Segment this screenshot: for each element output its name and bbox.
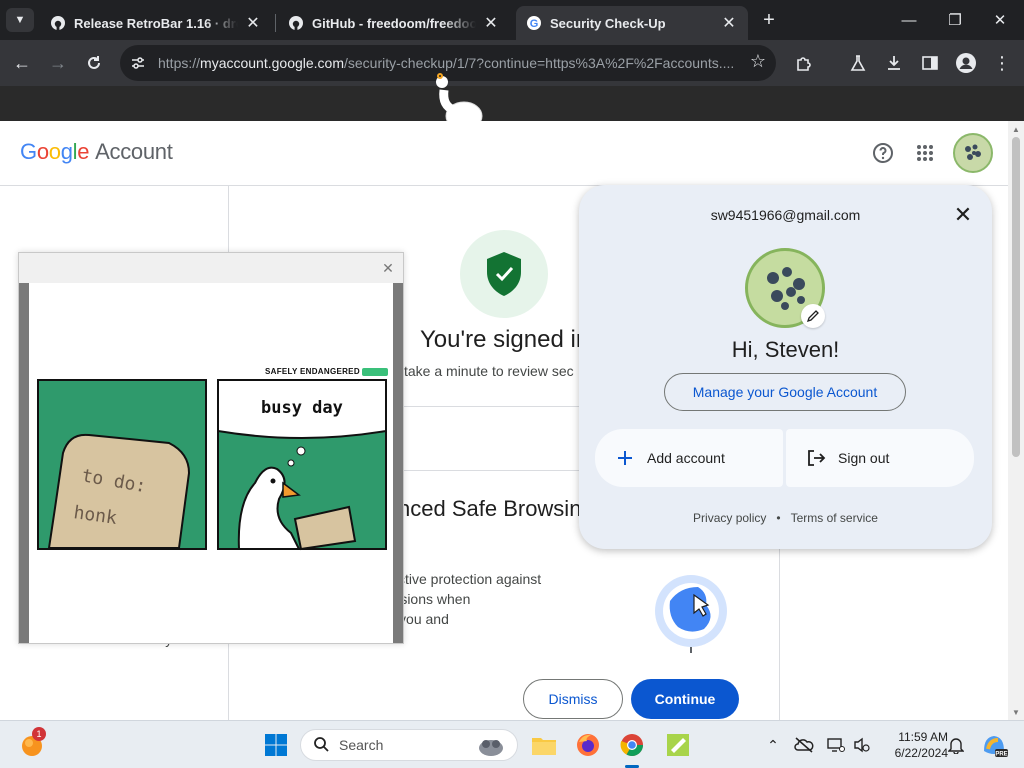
logout-icon (804, 446, 828, 470)
sign-out-label: Sign out (838, 450, 890, 466)
comic-busy-day-text: busy day (261, 398, 343, 418)
search-icon (313, 736, 331, 755)
popup-footer: Privacy policy • Terms of service (579, 511, 992, 525)
page-content: Google Account You're signed in take a mi… (0, 121, 1008, 720)
chrome-icon[interactable] (616, 729, 648, 761)
safe-browsing-globe-icon (655, 575, 727, 653)
goose-window-close-icon[interactable]: ✕ (379, 259, 397, 277)
continue-button[interactable]: Continue (631, 679, 739, 719)
copilot-icon[interactable]: PRE (978, 729, 1010, 761)
shield-check-icon (460, 230, 548, 318)
greeting: Hi, Steven! (731, 337, 840, 362)
scroll-up-arrow-icon[interactable]: ▲ (1012, 125, 1020, 134)
clock-date: 6/22/2024 (894, 746, 948, 760)
kebab-menu-icon[interactable]: ⋮ (988, 49, 1016, 77)
reload-icon (88, 56, 100, 69)
tab-close-icon[interactable]: ✕ (482, 14, 500, 32)
github-icon (288, 15, 304, 31)
system-clock[interactable]: 11:59 AM 6/22/2024 (878, 729, 948, 761)
notification-bell-icon[interactable] (946, 735, 966, 755)
back-button[interactable]: ← (8, 49, 36, 77)
tab-separator (275, 14, 276, 32)
terms-of-service-link[interactable]: Terms of service (791, 511, 878, 525)
goose-window-border (19, 283, 29, 643)
download-icon[interactable] (880, 49, 908, 77)
pre-badge-text: PRE (995, 752, 1007, 758)
search-highlight-icon (479, 740, 503, 756)
reload-button[interactable] (80, 49, 108, 77)
close-popup-icon[interactable]: ✕ (951, 202, 975, 227)
profile-icon[interactable] (952, 49, 980, 77)
goose-app-icon[interactable] (662, 729, 694, 761)
footer-separator: • (776, 511, 781, 525)
taskbar-search[interactable]: Search (300, 729, 518, 761)
dismiss-button[interactable]: Dismiss (523, 679, 623, 719)
forward-button[interactable]: → (44, 49, 72, 77)
google-icon: G (526, 15, 542, 31)
account-popup: sw9451966@gmail.com ✕ Hi, Steven! Manage… (579, 185, 992, 549)
onedrive-offline-icon[interactable] (794, 735, 814, 755)
network-display-icon[interactable] (826, 735, 846, 755)
minimize-button[interactable]: — (887, 8, 931, 32)
add-account-label: Add account (647, 450, 725, 466)
bookmarks-bar-area (0, 86, 1024, 121)
goose-notepad-window[interactable]: ✕ SAFELY ENDANGERED to do: honk busy day (18, 252, 404, 644)
extensions-icon[interactable] (790, 49, 818, 77)
site-info-icon[interactable] (128, 55, 148, 71)
account-actions: Add account Sign out (595, 429, 974, 487)
tab-retrobar[interactable]: Release RetroBar 1.16 · dremin/ ✕ (40, 6, 272, 40)
tab-security-checkup[interactable]: G Security Check-Up ✕ (516, 6, 748, 40)
goose-comic-canvas: SAFELY ENDANGERED to do: honk busy day (29, 283, 393, 643)
apps-grid-icon[interactable] (913, 141, 937, 165)
plus-icon (613, 446, 637, 470)
url-text: https://myaccount.google.com/security-ch… (158, 55, 735, 71)
labs-flask-icon[interactable] (844, 49, 872, 77)
goose-window-titlebar[interactable] (19, 253, 403, 283)
firefox-icon[interactable] (572, 729, 604, 761)
google-account-logo[interactable]: Google Account (20, 139, 173, 165)
scroll-thumb[interactable] (1012, 137, 1020, 457)
privacy-policy-link[interactable]: Privacy policy (693, 511, 766, 525)
file-explorer-icon[interactable] (528, 729, 560, 761)
windows-start-icon[interactable] (260, 729, 292, 761)
search-placeholder: Search (339, 737, 384, 753)
tab-title: Security Check-Up (550, 15, 666, 31)
manage-account-button[interactable]: Manage your Google Account (664, 373, 906, 411)
tab-title: Release RetroBar 1.16 · dremin/ (74, 15, 238, 31)
account-avatar[interactable] (953, 133, 993, 173)
help-icon[interactable] (871, 141, 895, 165)
scroll-down-arrow-icon[interactable]: ▼ (1012, 708, 1020, 717)
tab-close-icon[interactable]: ✕ (244, 14, 262, 32)
new-tab-button[interactable]: + (758, 8, 780, 32)
enhanced-safe-browsing-title: nced Safe Browsing (398, 496, 594, 521)
side-panel-icon[interactable] (916, 49, 944, 77)
svg-text:G: G (530, 18, 539, 30)
github-icon (50, 15, 66, 31)
tab-strip: ▼ Release RetroBar 1.16 · dremin/ ✕ GitH… (0, 0, 1024, 40)
bookmark-star-icon[interactable]: ☆ (750, 51, 766, 72)
goose-window-border (393, 283, 403, 643)
restore-button[interactable]: ❐ (933, 8, 977, 32)
add-account-button[interactable]: Add account (595, 429, 783, 487)
clock-time: 11:59 AM (898, 730, 948, 744)
close-window-button[interactable]: ✕ (978, 8, 1022, 32)
browser-toolbar: ← → https://myaccount.google.com/securit… (0, 40, 1024, 86)
sign-out-button[interactable]: Sign out (786, 429, 974, 487)
tab-close-icon[interactable]: ✕ (720, 14, 738, 32)
signed-in-title: You're signed in (420, 326, 590, 353)
tab-title: GitHub - freedoom/freedoom: (312, 15, 476, 31)
notification-badge: 1 (32, 727, 46, 741)
windows-taskbar: 1 Search ⌃ 11:59 AM 6/22/2024 PRE (0, 720, 1024, 768)
show-hidden-icons-chevron-icon[interactable]: ⌃ (763, 735, 783, 755)
review-subtext: take a minute to review sec (404, 363, 574, 379)
goose-comic-image: to do: honk busy day (37, 379, 387, 551)
volume-muted-icon[interactable] (852, 735, 872, 755)
page-scrollbar[interactable]: ▲ ▼ (1008, 121, 1024, 720)
account-email: sw9451966@gmail.com (710, 207, 861, 223)
tab-freedoom[interactable]: GitHub - freedoom/freedoom: ✕ (278, 6, 510, 40)
tab-search-button[interactable]: ▼ (6, 8, 34, 32)
account-header: Google Account (0, 121, 1008, 186)
edit-pencil-icon[interactable] (801, 304, 825, 328)
